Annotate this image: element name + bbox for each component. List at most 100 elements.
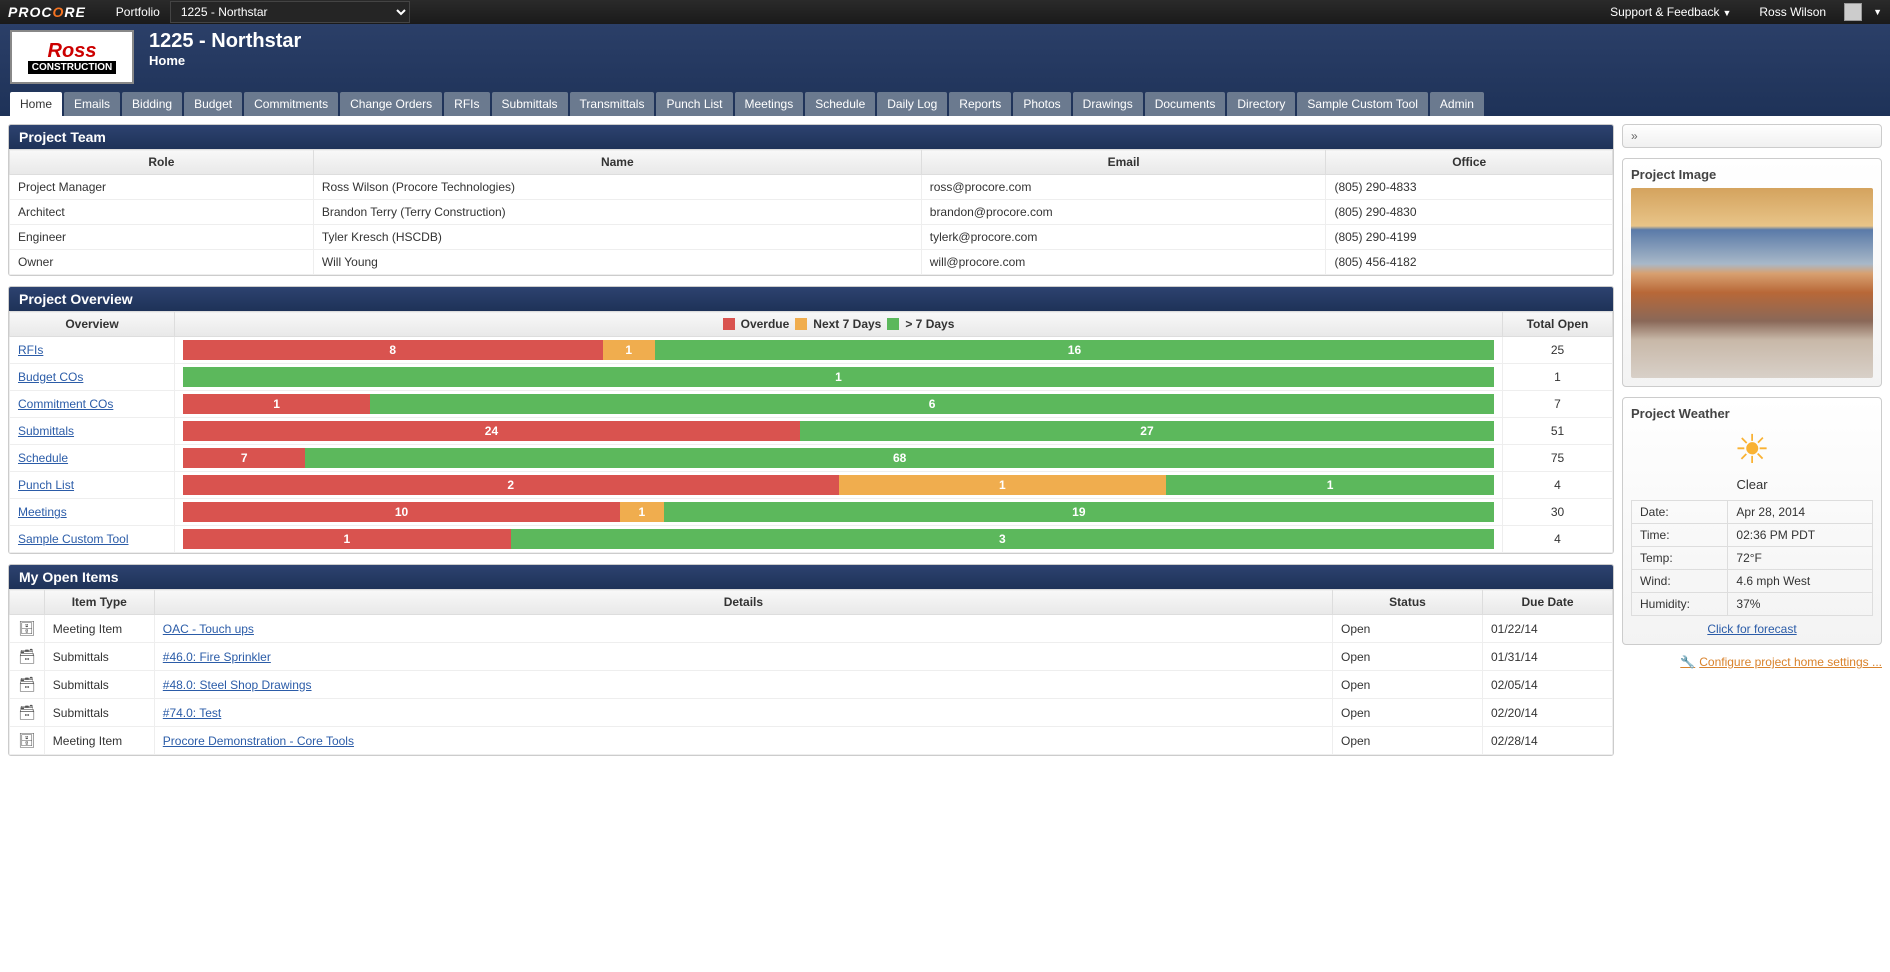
wrench-icon: 🔧 <box>1680 655 1695 669</box>
overview-link-punch-list[interactable]: Punch List <box>18 478 74 492</box>
overview-bar: 768 <box>183 448 1494 468</box>
submittal-icon: 🗃 <box>10 643 45 671</box>
items-header: Details <box>154 590 1332 615</box>
items-header <box>10 590 45 615</box>
overview-link-rfis[interactable]: RFIs <box>18 343 43 357</box>
legend-swatch-gt7 <box>887 318 899 330</box>
overview-bar: 16 <box>183 394 1494 414</box>
tab-emails[interactable]: Emails <box>64 92 120 116</box>
team-header-office: Office <box>1326 150 1613 175</box>
project-weather-title: Project Weather <box>1631 406 1873 421</box>
weather-status: Clear <box>1631 477 1873 492</box>
tab-commitments[interactable]: Commitments <box>244 92 338 116</box>
overview-bar: 1 <box>183 367 1494 387</box>
support-feedback-link[interactable]: Support & Feedback▼ <box>1600 5 1741 19</box>
weather-row: Time:02:36 PM PDT <box>1632 524 1873 547</box>
project-team-table: RoleNameEmailOffice Project ManagerRoss … <box>9 149 1613 275</box>
overview-total: 1 <box>1503 364 1613 391</box>
tab-meetings[interactable]: Meetings <box>735 92 804 116</box>
open-item-row: 🗃Submittals#74.0: TestOpen02/20/14 <box>10 699 1613 727</box>
project-header: Ross CONSTRUCTION 1225 - Northstar Home … <box>0 24 1890 116</box>
overview-link-submittals[interactable]: Submittals <box>18 424 74 438</box>
team-header-email: Email <box>921 150 1326 175</box>
tab-submittals[interactable]: Submittals <box>492 92 568 116</box>
overview-link-meetings[interactable]: Meetings <box>18 505 67 519</box>
overview-total: 30 <box>1503 499 1613 526</box>
meeting-icon: 🗄 <box>10 727 45 755</box>
project-select[interactable]: 1225 - Northstar <box>170 1 410 23</box>
tab-rfis[interactable]: RFIs <box>444 92 489 116</box>
tab-transmittals[interactable]: Transmittals <box>570 92 655 116</box>
project-overview-panel: Project Overview Overview Overdue Next 7… <box>8 286 1614 554</box>
overview-link-budget-cos[interactable]: Budget COs <box>18 370 83 384</box>
project-weather-panel: Project Weather ☀ Clear Date:Apr 28, 201… <box>1622 397 1882 645</box>
tab-home[interactable]: Home <box>10 92 62 116</box>
tab-change-orders[interactable]: Change Orders <box>340 92 442 116</box>
items-header: Item Type <box>44 590 154 615</box>
overview-link-sample-custom-tool[interactable]: Sample Custom Tool <box>18 532 129 546</box>
tab-schedule[interactable]: Schedule <box>805 92 875 116</box>
overview-bar: 2427 <box>183 421 1494 441</box>
nav-tabs: HomeEmailsBiddingBudgetCommitmentsChange… <box>10 92 1880 116</box>
forecast-link[interactable]: Click for forecast <box>1631 622 1873 636</box>
weather-row: Temp:72°F <box>1632 547 1873 570</box>
sidebar-collapse-toggle[interactable]: » <box>1622 124 1882 148</box>
portfolio-link[interactable]: Portfolio <box>106 5 170 19</box>
topbar: PROCORE Portfolio 1225 - Northstar Suppo… <box>0 0 1890 24</box>
tab-drawings[interactable]: Drawings <box>1073 92 1143 116</box>
breadcrumb: Home <box>149 53 301 68</box>
sun-icon: ☀ <box>1631 427 1873 473</box>
tab-daily-log[interactable]: Daily Log <box>877 92 947 116</box>
configure-home-link[interactable]: 🔧 Configure project home settings ... <box>1622 655 1882 669</box>
team-row: OwnerWill Youngwill@procore.com(805) 456… <box>10 250 1613 275</box>
overview-row: Punch List2114 <box>10 472 1613 499</box>
open-items-panel: My Open Items Item TypeDetailsStatusDue … <box>8 564 1614 756</box>
item-details-link[interactable]: #74.0: Test <box>163 706 222 720</box>
overview-row: Sample Custom Tool 13 4 <box>10 526 1613 553</box>
overview-col-label: Overview <box>10 312 175 337</box>
project-overview-header: Project Overview <box>9 287 1613 311</box>
open-item-row: 🗄Meeting ItemProcore Demonstration - Cor… <box>10 727 1613 755</box>
user-menu[interactable]: Ross Wilson <box>1749 5 1836 19</box>
project-team-panel: Project Team RoleNameEmailOffice Project… <box>8 124 1614 276</box>
overview-row: Budget COs 11 <box>10 364 1613 391</box>
overview-bar: 10119 <box>183 502 1494 522</box>
overview-row: Meetings 10119 30 <box>10 499 1613 526</box>
overview-row: Commitment COs167 <box>10 391 1613 418</box>
tab-photos[interactable]: Photos <box>1013 92 1070 116</box>
open-items-table: Item TypeDetailsStatusDue Date 🗄Meeting … <box>9 589 1613 755</box>
item-details-link[interactable]: OAC - Touch ups <box>163 622 254 636</box>
tab-admin[interactable]: Admin <box>1430 92 1484 116</box>
meeting-icon: 🗄 <box>10 615 45 643</box>
tab-directory[interactable]: Directory <box>1227 92 1295 116</box>
project-image <box>1631 188 1873 378</box>
tab-documents[interactable]: Documents <box>1145 92 1226 116</box>
tab-sample-custom-tool[interactable]: Sample Custom Tool <box>1297 92 1428 116</box>
chevron-down-icon: ▼ <box>1722 8 1731 18</box>
tab-bidding[interactable]: Bidding <box>122 92 182 116</box>
weather-row: Date:Apr 28, 2014 <box>1632 501 1873 524</box>
project-title: 1225 - Northstar <box>149 30 301 53</box>
open-items-header: My Open Items <box>9 565 1613 589</box>
overview-link-schedule[interactable]: Schedule <box>18 451 68 465</box>
overview-col-total: Total Open <box>1503 312 1613 337</box>
avatar[interactable] <box>1844 3 1862 21</box>
item-details-link[interactable]: #48.0: Steel Shop Drawings <box>163 678 312 692</box>
tab-reports[interactable]: Reports <box>949 92 1011 116</box>
weather-table: Date:Apr 28, 2014Time:02:36 PM PDTTemp:7… <box>1631 500 1873 616</box>
user-menu-chevron-icon[interactable]: ▼ <box>1873 7 1882 17</box>
app-logo: PROCORE <box>8 4 86 20</box>
tab-punch-list[interactable]: Punch List <box>656 92 732 116</box>
item-details-link[interactable]: #46.0: Fire Sprinkler <box>163 650 271 664</box>
overview-legend-header: Overdue Next 7 Days > 7 Days <box>175 312 1503 337</box>
company-logo: Ross CONSTRUCTION <box>10 30 134 84</box>
tab-budget[interactable]: Budget <box>184 92 242 116</box>
overview-row: Submittals242751 <box>10 418 1613 445</box>
overview-link-commitment-cos[interactable]: Commitment COs <box>18 397 113 411</box>
item-details-link[interactable]: Procore Demonstration - Core Tools <box>163 734 354 748</box>
open-item-row: 🗄Meeting ItemOAC - Touch upsOpen01/22/14 <box>10 615 1613 643</box>
overview-total: 4 <box>1503 526 1613 553</box>
open-item-row: 🗃Submittals#48.0: Steel Shop DrawingsOpe… <box>10 671 1613 699</box>
items-header: Status <box>1333 590 1483 615</box>
overview-bar: 13 <box>183 529 1494 549</box>
